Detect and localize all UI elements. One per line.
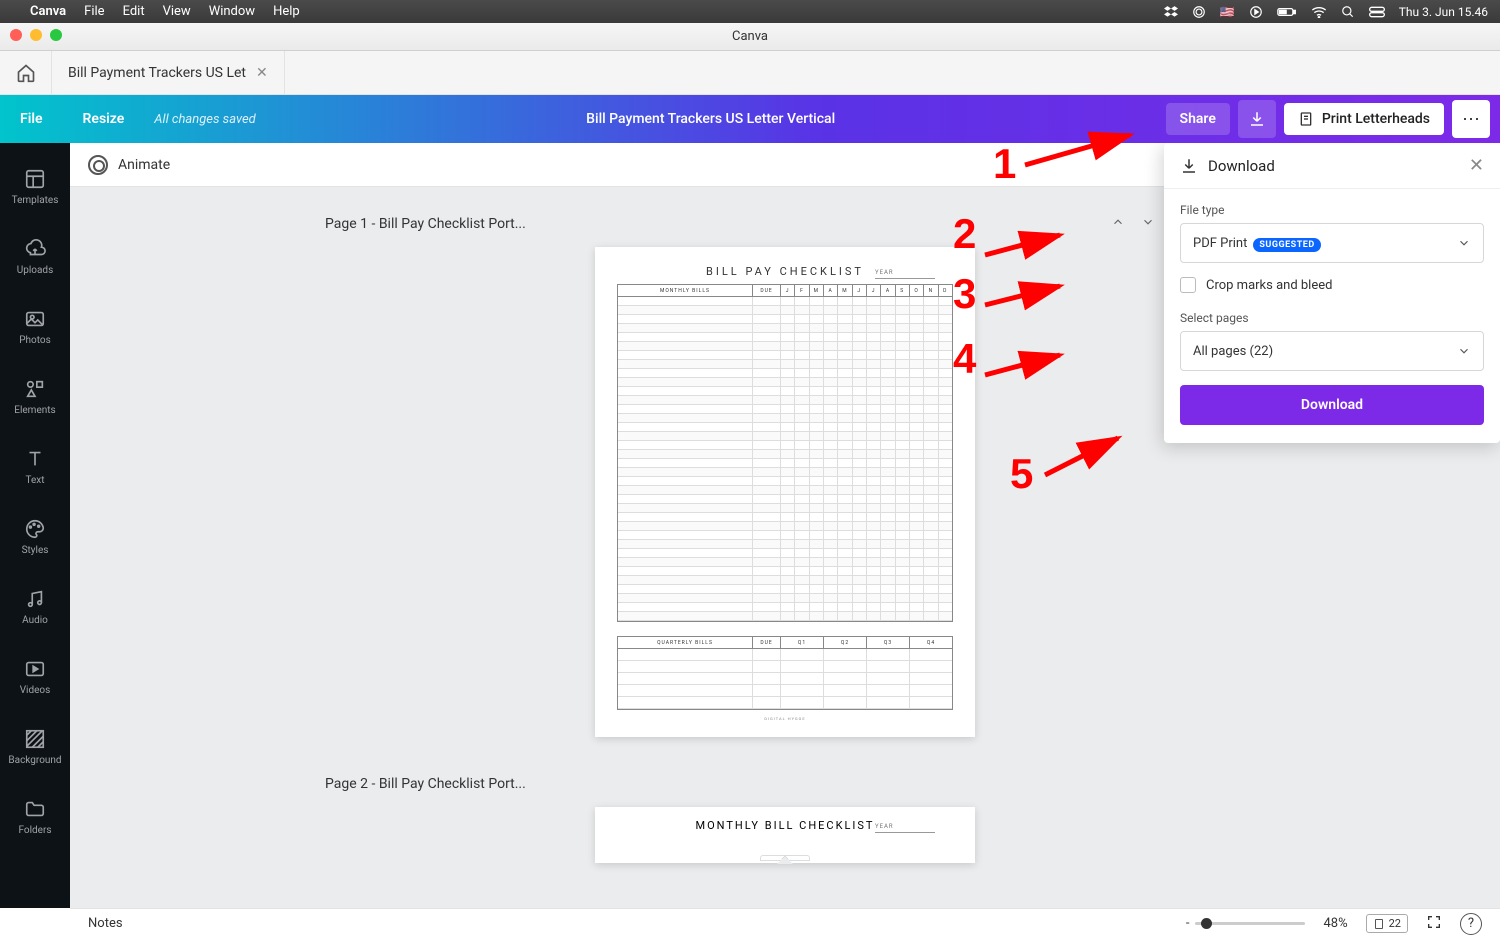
- folders-icon: [23, 797, 47, 821]
- styles-icon: [23, 517, 47, 541]
- crop-marks-label: Crop marks and bleed: [1206, 278, 1332, 293]
- sidebar-item-elements[interactable]: Elements: [0, 363, 70, 429]
- animate-icon: [88, 155, 108, 175]
- suggested-badge: SUGGESTED: [1253, 238, 1320, 252]
- cc-icon[interactable]: [1192, 5, 1206, 19]
- window-title: Canva: [732, 29, 768, 44]
- document-tab[interactable]: Bill Payment Trackers US Let ✕: [52, 51, 285, 95]
- zoom-slider[interactable]: -: [1186, 916, 1306, 931]
- expand-down-icon[interactable]: [1141, 215, 1155, 233]
- fullscreen-icon[interactable]: [1426, 914, 1442, 934]
- chevron-down-icon: [1457, 344, 1471, 358]
- tab-row: Bill Payment Trackers US Let ✕: [0, 51, 1500, 95]
- uploads-icon: [23, 237, 47, 261]
- tab-label: Bill Payment Trackers US Let: [68, 65, 246, 81]
- dropbox-icon[interactable]: [1164, 5, 1178, 19]
- close-panel-icon[interactable]: ✕: [1469, 155, 1484, 176]
- help-icon[interactable]: ?: [1460, 913, 1482, 935]
- year-label: YEAR: [875, 269, 935, 279]
- tab-close-icon[interactable]: ✕: [256, 65, 268, 81]
- text-icon: [23, 447, 47, 471]
- sidebar-item-templates[interactable]: Templates: [0, 153, 70, 219]
- macos-menubar: Canva File Edit View Window Help 🇺🇸 Thu …: [0, 0, 1500, 23]
- control-center-icon[interactable]: [1369, 6, 1385, 18]
- wifi-icon[interactable]: [1311, 6, 1327, 18]
- share-button[interactable]: Share: [1166, 103, 1230, 135]
- page-indicator[interactable]: 22: [1366, 914, 1408, 933]
- sidebar-item-videos[interactable]: Videos: [0, 643, 70, 709]
- select-pages-label: Select pages: [1180, 311, 1484, 325]
- page-1-header: Page 1 - Bill Pay Checklist Port...: [325, 207, 1245, 241]
- crop-marks-checkbox[interactable]: Crop marks and bleed: [1180, 277, 1484, 293]
- more-button[interactable]: ⋯: [1452, 100, 1490, 138]
- chevron-down-icon: [1457, 236, 1471, 250]
- page-2-header: Page 2 - Bill Pay Checklist Port...: [325, 767, 1245, 801]
- menubar-view[interactable]: View: [163, 4, 191, 19]
- sidebar-item-photos[interactable]: Photos: [0, 293, 70, 359]
- page-1-canvas[interactable]: BILL PAY CHECKLIST YEAR MONTHLY BILLS DU…: [595, 247, 975, 737]
- sidebar-item-uploads[interactable]: Uploads: [0, 223, 70, 289]
- checkbox-box: [1180, 277, 1196, 293]
- home-button[interactable]: [0, 51, 52, 95]
- spotlight-icon[interactable]: [1341, 5, 1355, 19]
- canvas-area: Animate Page 1 - Bill Pay Checklist Port…: [70, 143, 1500, 908]
- download-panel: Download ✕ File type PDF PrintSUGGESTED …: [1164, 143, 1500, 443]
- sidebar-item-styles[interactable]: Styles: [0, 503, 70, 569]
- file-type-select[interactable]: PDF PrintSUGGESTED: [1180, 223, 1484, 263]
- menubar-help[interactable]: Help: [273, 4, 300, 19]
- page-2-label: Page 2 - Bill Pay Checklist Port...: [325, 776, 526, 792]
- menubar-clock[interactable]: Thu 3. Jun 15.46: [1399, 5, 1488, 19]
- sidebar-item-text[interactable]: Text: [0, 433, 70, 499]
- collapse-up-icon[interactable]: [1111, 215, 1125, 233]
- sidebar-item-folders[interactable]: Folders: [0, 783, 70, 849]
- print-button[interactable]: Print Letterheads: [1284, 103, 1444, 135]
- animate-button[interactable]: Animate: [118, 157, 170, 173]
- download-icon: [1180, 157, 1198, 175]
- audio-icon: [23, 587, 47, 611]
- status-bar: Notes - 48% 22 ?: [70, 908, 1500, 938]
- toolbar-resize[interactable]: Resize: [73, 105, 135, 133]
- flag-icon[interactable]: 🇺🇸: [1220, 5, 1235, 19]
- photos-icon: [23, 307, 47, 331]
- background-icon: [23, 727, 47, 751]
- traffic-lights[interactable]: [10, 29, 62, 41]
- download-icon-button[interactable]: [1238, 100, 1276, 138]
- print-button-label: Print Letterheads: [1322, 111, 1430, 127]
- download-button[interactable]: Download: [1180, 385, 1484, 425]
- videos-icon: [23, 657, 47, 681]
- menubar-file[interactable]: File: [84, 4, 104, 19]
- file-type-label: File type: [1180, 203, 1484, 217]
- menubar-app[interactable]: Canva: [30, 4, 66, 19]
- page-2-canvas[interactable]: MONTHLY BILL CHECKLIST YEAR: [595, 807, 975, 863]
- window-titlebar: Canva: [0, 23, 1500, 51]
- main-toolbar: File Resize All changes saved Bill Payme…: [0, 95, 1500, 143]
- left-sidebar: Templates Uploads Photos Elements Text S…: [0, 143, 70, 908]
- select-pages-select[interactable]: All pages (22): [1180, 331, 1484, 371]
- menubar-edit[interactable]: Edit: [123, 4, 145, 19]
- page-brand: DIGITAL HYGGE: [617, 716, 953, 721]
- battery-icon[interactable]: [1277, 6, 1297, 18]
- play-icon[interactable]: [1249, 5, 1263, 19]
- toolbar-file[interactable]: File: [10, 105, 53, 133]
- elements-icon: [23, 377, 47, 401]
- document-title[interactable]: Bill Payment Trackers US Letter Vertical: [276, 111, 1146, 127]
- templates-icon: [23, 167, 47, 191]
- save-status: All changes saved: [154, 112, 255, 127]
- download-panel-title: Download: [1208, 157, 1275, 175]
- sidebar-item-audio[interactable]: Audio: [0, 573, 70, 639]
- sidebar-item-background[interactable]: Background: [0, 713, 70, 779]
- notes-button[interactable]: Notes: [88, 916, 123, 931]
- year-label-2: YEAR: [875, 823, 935, 833]
- page-1-label: Page 1 - Bill Pay Checklist Port...: [325, 216, 526, 232]
- menubar-window[interactable]: Window: [209, 4, 255, 19]
- zoom-value[interactable]: 48%: [1323, 916, 1347, 931]
